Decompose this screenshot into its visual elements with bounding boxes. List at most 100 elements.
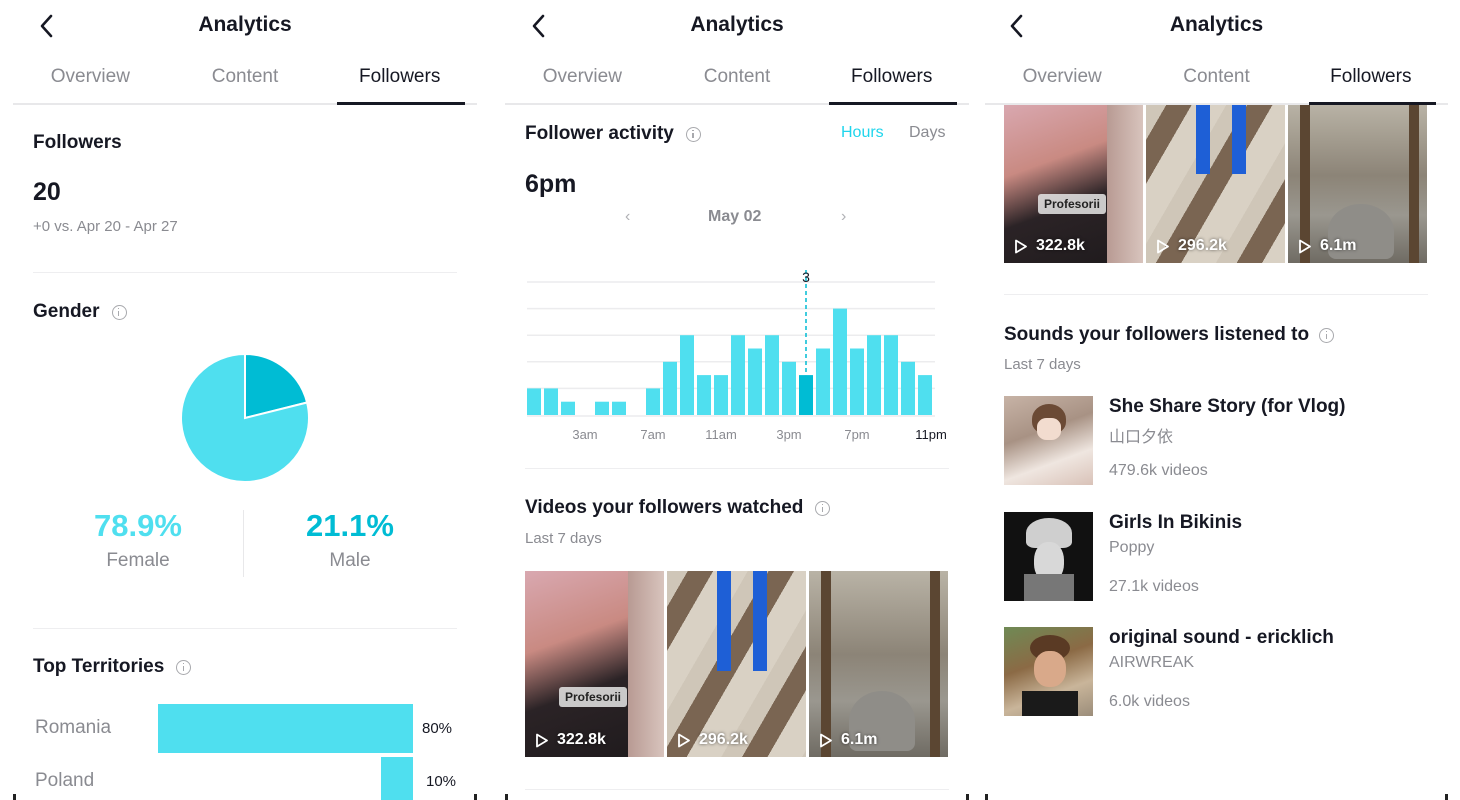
activity-bar-1am[interactable] xyxy=(544,388,558,415)
corner-mark xyxy=(966,794,969,800)
play-icon xyxy=(536,733,548,747)
view-count-value: 296.2k xyxy=(1178,237,1227,254)
activity-bar-8am[interactable] xyxy=(663,361,677,415)
view-count-value: 296.2k xyxy=(699,731,748,748)
info-icon[interactable] xyxy=(111,304,127,320)
sounds-heading: Sounds your followers listened to xyxy=(1004,324,1335,346)
tab-followers[interactable]: Followers xyxy=(814,58,969,105)
divider xyxy=(525,789,949,790)
sound-video-count: 479.6k videos xyxy=(1109,462,1208,479)
territory-percent: 80% xyxy=(422,720,453,737)
territories-heading: Top Territories xyxy=(33,656,192,678)
sound-item[interactable]: original sound - ericklich AIRWREAK 6.0k… xyxy=(1004,627,1424,717)
territory-name: Romania xyxy=(35,717,112,738)
tab-content[interactable]: Content xyxy=(1139,58,1293,103)
cover-detail xyxy=(1037,418,1061,440)
sound-video-count: 27.1k videos xyxy=(1109,578,1199,595)
activity-bar-11pm[interactable] xyxy=(918,375,932,415)
info-icon[interactable] xyxy=(176,659,192,675)
tab-bar: Overview Content Followers xyxy=(985,58,1448,105)
panel-followers-overview: Analytics Overview Content Followers Fol… xyxy=(13,0,477,800)
territory-percent: 10% xyxy=(426,773,457,790)
sound-name: She Share Story (for Vlog) xyxy=(1109,396,1346,417)
activity-bar-5pm[interactable] xyxy=(816,348,830,416)
activity-bar-2pm[interactable] xyxy=(765,335,779,415)
activity-bar-8pm[interactable] xyxy=(867,335,881,415)
corner-mark xyxy=(985,794,988,800)
video-thumbnail[interactable]: 6.1m xyxy=(1288,104,1427,263)
chevron-right-icon[interactable]: › xyxy=(841,208,846,226)
top-bar: Analytics xyxy=(505,0,969,54)
view-count: 6.1m xyxy=(1298,237,1356,255)
activity-heading: Follower activity xyxy=(525,123,701,145)
activity-bar-4am[interactable] xyxy=(595,401,609,415)
chevron-left-icon[interactable]: ‹ xyxy=(625,208,630,226)
selected-time: 6pm xyxy=(525,170,577,198)
activity-bar-4pm[interactable] xyxy=(799,375,813,415)
activity-bar-6pm[interactable] xyxy=(833,308,847,415)
territory-bar xyxy=(158,704,413,753)
video-thumbnail[interactable]: Profesorii 322.8k xyxy=(525,571,664,757)
toggle-hours[interactable]: Hours xyxy=(841,124,884,142)
activity-bar-12am[interactable] xyxy=(527,388,541,415)
page-title: Analytics xyxy=(198,13,292,36)
toggle-days[interactable]: Days xyxy=(909,124,945,142)
stat-divider xyxy=(243,510,244,577)
tab-followers[interactable]: Followers xyxy=(1294,58,1448,105)
tab-followers[interactable]: Followers xyxy=(322,58,477,105)
tab-bar: Overview Content Followers xyxy=(13,58,477,105)
sound-video-count: 6.0k videos xyxy=(1109,693,1190,710)
top-bar: Analytics xyxy=(13,0,477,54)
video-thumbnail[interactable]: Profesorii 322.8k xyxy=(1004,104,1143,263)
activity-bar-9pm[interactable] xyxy=(884,335,898,415)
activity-bar-5am[interactable] xyxy=(612,401,626,415)
videos-heading: Videos your followers watched xyxy=(525,497,831,519)
tab-content[interactable]: Content xyxy=(660,58,815,103)
activity-bar-1pm[interactable] xyxy=(748,348,762,416)
info-icon[interactable] xyxy=(815,500,831,516)
followers-comparison: +0 vs. Apr 20 - Apr 27 xyxy=(33,218,178,235)
activity-bar-12pm[interactable] xyxy=(731,335,745,415)
panel-follower-activity: Analytics Overview Content Followers Fol… xyxy=(505,0,969,800)
thumbnail-detail xyxy=(821,571,831,757)
tab-content[interactable]: Content xyxy=(168,58,323,103)
activity-bar-3pm[interactable] xyxy=(782,361,796,415)
male-percent: 21.1% xyxy=(306,508,394,543)
activity-bar-10pm[interactable] xyxy=(901,361,915,415)
activity-bar-7pm[interactable] xyxy=(850,348,864,416)
sound-item[interactable]: She Share Story (for Vlog) 山口夕依 479.6k v… xyxy=(1004,396,1424,486)
corner-mark xyxy=(505,794,508,800)
tab-overview[interactable]: Overview xyxy=(13,58,168,103)
x-tick-label: 7am xyxy=(640,427,665,442)
view-count: 322.8k xyxy=(535,731,606,749)
male-stat: 21.1% Male xyxy=(265,508,435,572)
video-thumbnail[interactable]: 296.2k xyxy=(667,571,806,757)
tab-overview[interactable]: Overview xyxy=(985,58,1139,103)
sound-item[interactable]: Girls In Bikinis Poppy 27.1k videos xyxy=(1004,512,1424,602)
thumbnail-detail xyxy=(930,571,940,757)
activity-bar-9am[interactable] xyxy=(680,335,694,415)
divider xyxy=(33,628,457,629)
corner-mark xyxy=(474,794,477,800)
gender-heading: Gender xyxy=(33,301,127,323)
info-icon[interactable] xyxy=(1319,327,1335,343)
thumbnail-detail xyxy=(1232,104,1246,174)
sound-artist: 山口夕依 xyxy=(1109,429,1174,446)
female-percent: 78.9% xyxy=(94,508,182,543)
video-tag: Profesorii xyxy=(1038,194,1107,214)
view-count-value: 6.1m xyxy=(1320,237,1357,254)
x-tick-label: 7pm xyxy=(844,427,869,442)
activity-bar-7am[interactable] xyxy=(646,388,660,415)
activity-bar-11am[interactable] xyxy=(714,375,728,415)
female-label: Female xyxy=(106,550,170,571)
followers-count: 20 xyxy=(33,178,61,206)
x-tick-label: 11pm xyxy=(915,427,947,442)
videos-heading-label: Videos your followers watched xyxy=(525,497,804,518)
activity-bar-10am[interactable] xyxy=(697,375,711,415)
activity-bar-2am[interactable] xyxy=(561,401,575,415)
video-thumbnail[interactable]: 6.1m xyxy=(809,571,948,757)
activity-heading-label: Follower activity xyxy=(525,123,674,144)
tab-overview[interactable]: Overview xyxy=(505,58,660,103)
video-thumbnail[interactable]: 296.2k xyxy=(1146,104,1285,263)
info-icon[interactable] xyxy=(685,126,701,142)
